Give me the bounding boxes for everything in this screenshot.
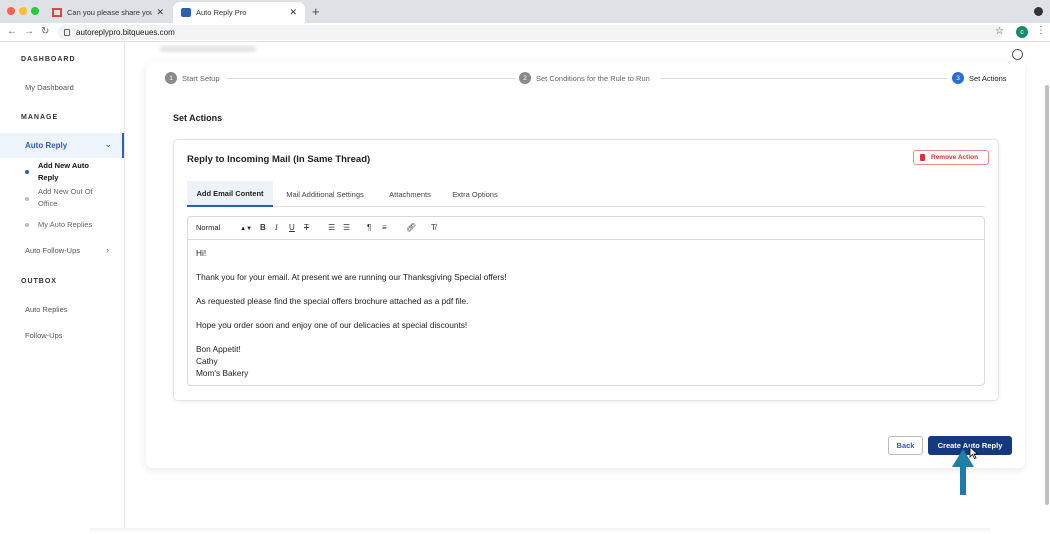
forward-arrow-icon[interactable]: → <box>24 26 34 37</box>
clear-format-icon[interactable]: T̸ <box>431 223 436 232</box>
url-field[interactable]: autoreplypro.bitqueues.com <box>58 25 1003 40</box>
user-account-icon[interactable] <box>1012 49 1023 60</box>
trash-icon <box>920 154 925 161</box>
remove-action-button[interactable]: Remove Action <box>913 150 989 165</box>
tab-search-icon[interactable] <box>1034 7 1043 16</box>
align-icon[interactable]: ≡ <box>382 223 387 232</box>
chevron-right-icon: › <box>106 245 109 255</box>
browser-tab-bar: Can you please share your me ✕ Auto Repl… <box>0 0 1050 23</box>
tab-attachments[interactable]: Attachments <box>381 181 439 207</box>
step-connector <box>660 78 946 79</box>
step-connector <box>226 78 515 79</box>
strikethrough-icon[interactable]: T <box>304 223 309 232</box>
italic-icon[interactable]: I <box>275 223 278 232</box>
sidebar-subitem-add-new-out-of-office[interactable]: Add New Out Of Office <box>38 186 108 210</box>
close-tab-icon[interactable]: ✕ <box>156 7 164 18</box>
step-3-circle: 3 <box>952 72 964 84</box>
bullet-dot <box>25 170 29 174</box>
sidebar-subitem-my-auto-replies[interactable]: My Auto Replies <box>38 219 128 231</box>
manage-heading: MANAGE <box>21 114 59 121</box>
email-body-line: Bon Appetit! <box>196 344 241 354</box>
tab-mail-additional-settings[interactable]: Mail Additional Settings <box>277 181 373 207</box>
bullet-list-icon[interactable]: ☰ <box>343 223 350 232</box>
step-3-label[interactable]: Set Actions <box>969 74 1007 83</box>
scrollbar[interactable] <box>1045 85 1049 505</box>
paragraph-direction-icon[interactable]: ¶ <box>367 223 371 232</box>
maximize-window-dot[interactable] <box>31 7 39 15</box>
sidebar-subitem-add-new-auto-reply[interactable]: Add New Auto Reply <box>38 160 108 184</box>
tab-add-email-content[interactable]: Add Email Content <box>187 181 273 207</box>
format-select[interactable]: Normal ▲▼ <box>196 223 252 232</box>
new-tab-icon[interactable]: + <box>312 4 320 19</box>
annotation-arrow-icon <box>952 449 974 495</box>
email-body-line: Thank you for your email. At present we … <box>196 272 507 282</box>
step-1-circle: 1 <box>165 72 177 84</box>
back-button[interactable]: Back <box>888 436 923 455</box>
bold-icon[interactable]: B <box>260 223 266 232</box>
close-window-dot[interactable] <box>7 7 15 15</box>
minimize-window-dot[interactable] <box>19 7 27 15</box>
bullet-dot <box>25 223 29 227</box>
sidebar: DASHBOARD My Dashboard MANAGE Auto Reply… <box>0 42 125 534</box>
sidebar-item-my-dashboard[interactable]: My Dashboard <box>25 83 74 92</box>
auto-reply-favicon-icon <box>181 8 191 17</box>
back-arrow-icon[interactable]: ← <box>7 26 17 37</box>
tab-extra-options[interactable]: Extra Options <box>445 181 505 207</box>
section-title: Set Actions <box>173 113 223 123</box>
email-body-line: Hope you order soon and enjoy one of our… <box>196 320 468 330</box>
browser-menu-icon[interactable]: ⋮ <box>1036 25 1046 36</box>
ordered-list-icon[interactable]: ☰ <box>328 223 335 232</box>
profile-avatar[interactable]: c <box>1016 26 1028 38</box>
select-arrows-icon: ▲▼ <box>240 226 253 232</box>
sidebar-item-auto-reply[interactable]: Auto Reply ⌄ <box>0 133 124 158</box>
email-body-line: Mom's Bakery <box>196 368 249 378</box>
step-2-circle: 2 <box>519 72 531 84</box>
address-bar: ← → ↻ autoreplypro.bitqueues.com ☆ c ⋮ <box>0 23 1050 42</box>
sidebar-item-outbox-follow-ups[interactable]: Follow-Ups <box>25 331 63 340</box>
close-tab-icon[interactable]: ✕ <box>289 7 297 18</box>
browser-tab-auto-reply-pro[interactable]: Auto Reply Pro ✕ <box>173 2 305 23</box>
footer-shadow <box>90 528 990 534</box>
bullet-dot <box>25 197 29 201</box>
gmail-icon <box>52 8 62 17</box>
sidebar-item-auto-follow-ups[interactable]: Auto Follow-Ups <box>25 246 80 255</box>
sidebar-item-outbox-auto-replies[interactable]: Auto Replies <box>25 305 68 314</box>
lock-icon <box>64 29 70 36</box>
reload-icon[interactable]: ↻ <box>41 26 49 37</box>
email-body-line: As requested please find the special off… <box>196 296 469 306</box>
email-body-line: Cathy <box>196 356 218 366</box>
email-body-line: Hi! <box>196 248 207 258</box>
bookmark-star-icon[interactable]: ☆ <box>995 26 1004 37</box>
chevron-down-icon: ⌄ <box>104 139 112 149</box>
page-title-blurred <box>160 46 256 52</box>
browser-tab-gmail[interactable]: Can you please share your me ✕ <box>44 2 172 23</box>
action-title: Reply to Incoming Mail (In Same Thread) <box>187 154 371 165</box>
dashboard-heading: DASHBOARD <box>21 56 76 63</box>
underline-icon[interactable]: U <box>289 223 295 232</box>
outbox-heading: OUTBOX <box>21 278 57 285</box>
editor-tabs: Add Email Content Mail Additional Settin… <box>187 181 985 207</box>
link-icon[interactable]: 🔗︎ <box>406 223 416 232</box>
step-1-label[interactable]: Start Setup <box>182 74 220 83</box>
step-2-label[interactable]: Set Conditions for the Rule to Run <box>536 74 650 83</box>
